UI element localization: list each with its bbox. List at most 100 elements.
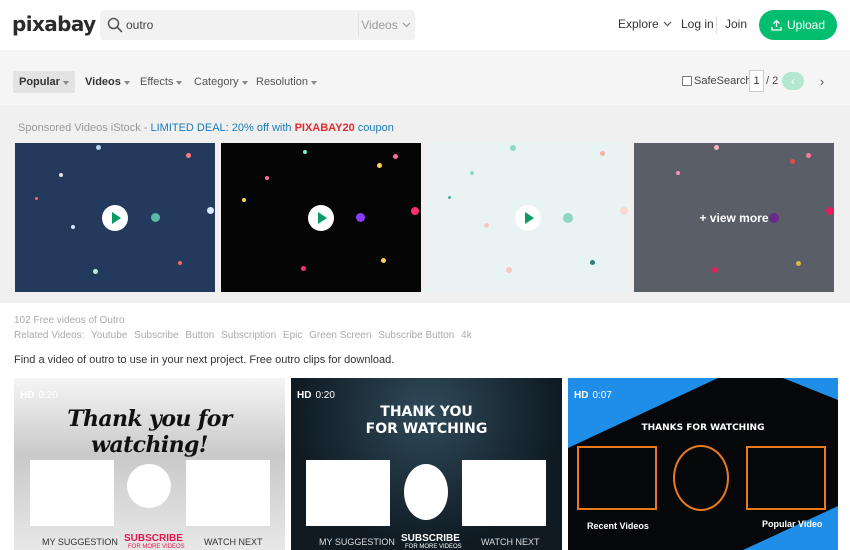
filter-resolution[interactable]: Resolution — [256, 71, 317, 93]
video-meta: HD 0:20 — [20, 390, 58, 401]
particle — [470, 171, 474, 175]
related-tag[interactable]: Green Screen — [309, 330, 371, 341]
view-more-label: + view more — [699, 211, 769, 225]
video-card-1[interactable]: HD 0:20 Thank you for watching! MY SUGGES… — [14, 378, 285, 550]
related-tag[interactable]: Button — [185, 330, 214, 341]
prev-page-button[interactable]: ‹ — [782, 72, 804, 90]
particle — [676, 171, 680, 175]
video-title-text: Thank you for watching! — [67, 406, 232, 458]
frame-label: Recent Videos — [587, 521, 649, 531]
video-card-3[interactable]: HD 0:07 THANKS FOR WATCHING Recent Videos… — [568, 378, 838, 550]
related-tag[interactable]: Epic — [283, 330, 302, 341]
particle — [186, 153, 191, 158]
upload-label: Upload — [786, 18, 826, 32]
safesearch-label: SafeSearch — [694, 75, 752, 87]
watch-next-frame — [186, 460, 270, 526]
subscribe-sub: FOR MORE VIDEOS — [405, 544, 462, 550]
particle — [303, 150, 307, 154]
sponsored-video-3[interactable] — [428, 143, 628, 292]
chevron-left-icon: ‹ — [791, 74, 795, 88]
frame-label: Popular Video — [762, 519, 823, 529]
play-icon[interactable] — [102, 204, 128, 231]
related-tag[interactable]: Subscribe — [134, 330, 178, 341]
particle — [393, 154, 398, 159]
filter-videos[interactable]: Videos — [85, 71, 130, 93]
subscribe-sub: FOR MORE VIDEOS — [128, 544, 185, 550]
safesearch-checkbox[interactable] — [682, 76, 692, 86]
pixabay-logo[interactable]: pixabay — [12, 12, 96, 36]
filter-bar: Popular Videos Effects Category Resoluti… — [0, 50, 850, 105]
chevron-down-icon — [402, 22, 411, 28]
view-more-sponsored[interactable]: + view more — [634, 143, 834, 292]
particle — [712, 267, 718, 273]
safesearch-toggle[interactable]: SafeSearch — [682, 75, 751, 87]
particle — [448, 196, 451, 199]
sponsored-video-1[interactable] — [15, 143, 215, 292]
explore-menu[interactable]: Explore — [618, 17, 672, 31]
particle — [35, 197, 38, 200]
page-number-input[interactable]: 1 — [749, 70, 764, 92]
filter-label: Popular — [19, 76, 60, 88]
particle — [506, 267, 512, 273]
page-total: / 2 — [766, 75, 779, 87]
particle — [377, 163, 382, 168]
caret-down-icon — [123, 80, 130, 85]
deal-suffix: coupon — [354, 122, 394, 134]
video-duration: 0:07 — [592, 390, 612, 401]
join-link[interactable]: Join — [725, 17, 747, 31]
deal-link[interactable]: LIMITED DEAL: 20% off with PIXABAY20 cou… — [150, 122, 393, 134]
particle — [796, 261, 801, 266]
results-count: 102 Free videos of Outro — [14, 315, 125, 326]
particle — [151, 213, 160, 222]
explore-label: Explore — [618, 17, 659, 31]
play-icon[interactable] — [515, 204, 541, 231]
frame-label: MY SUGGESTION — [42, 537, 118, 547]
subscribe-label: SUBSCRIBE — [124, 533, 183, 544]
particle — [356, 213, 365, 222]
filter-popular[interactable]: Popular — [13, 71, 75, 93]
particle — [510, 145, 516, 151]
popular-video-frame — [746, 446, 826, 510]
particle — [71, 225, 75, 229]
particle — [265, 176, 269, 180]
upload-icon — [771, 19, 782, 31]
related-tag[interactable]: Subscribe Button — [378, 330, 454, 341]
sponsored-prefix: Sponsored Videos iStock - — [18, 122, 151, 134]
sponsored-banner: Sponsored Videos iStock - LIMITED DEAL: … — [18, 122, 394, 134]
video-meta: HD 0:07 — [574, 390, 612, 401]
filter-label: Effects — [140, 76, 174, 88]
related-tag[interactable]: Subscription — [221, 330, 276, 341]
hd-badge: HD — [297, 390, 312, 401]
sponsored-section: Sponsored Videos iStock - LIMITED DEAL: … — [0, 105, 850, 303]
play-icon[interactable] — [308, 204, 334, 231]
related-tag[interactable]: 4k — [461, 330, 472, 341]
filter-effects[interactable]: Effects — [140, 71, 183, 93]
related-tag[interactable]: Youtube — [91, 330, 127, 341]
particle — [242, 198, 246, 202]
login-link[interactable]: Log in — [681, 17, 714, 31]
suggestion-frame — [306, 460, 390, 526]
search-input[interactable] — [126, 14, 356, 36]
subscribe-circle — [673, 445, 729, 511]
caret-down-icon — [176, 80, 183, 85]
page-description: Find a video of outro to use in your nex… — [14, 354, 395, 366]
deal-text: LIMITED DEAL: 20% off with — [150, 122, 295, 134]
media-type-select[interactable]: Videos — [358, 13, 413, 37]
particle — [484, 223, 489, 228]
next-page-button[interactable]: › — [813, 72, 831, 90]
caret-down-icon — [310, 80, 317, 85]
hd-badge: HD — [20, 390, 35, 401]
watch-next-frame — [462, 460, 546, 526]
hd-badge: HD — [574, 390, 589, 401]
particle — [178, 261, 182, 265]
nav-divider — [716, 16, 717, 34]
upload-button[interactable]: Upload — [759, 10, 837, 40]
particle — [207, 207, 214, 214]
filter-label: Resolution — [256, 76, 308, 88]
particle — [714, 145, 719, 150]
recent-videos-frame — [577, 446, 657, 510]
video-card-2[interactable]: HD 0:20 THANK YOU FOR WATCHING MY SUGGEST… — [291, 378, 562, 550]
sponsored-video-2[interactable] — [221, 143, 421, 292]
filter-category[interactable]: Category — [194, 71, 248, 93]
related-label: Related Videos: — [14, 330, 85, 341]
